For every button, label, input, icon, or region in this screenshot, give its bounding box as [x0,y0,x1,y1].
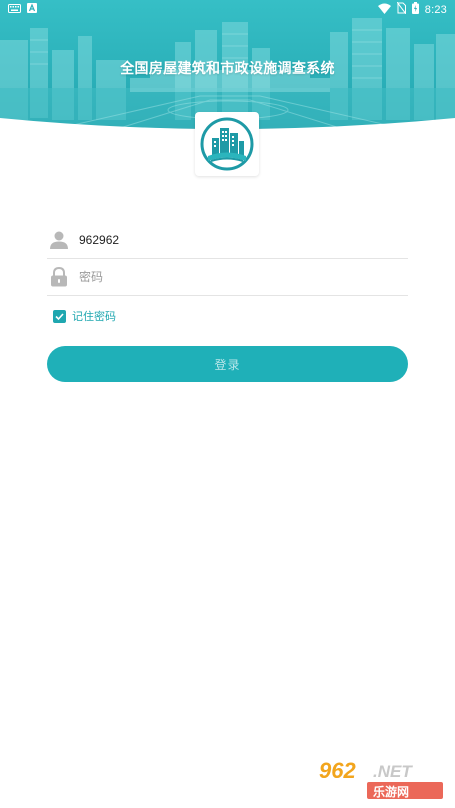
status-bar: 8:23 [0,0,455,20]
no-sim-icon [396,1,407,17]
watermark-logo: 962 .NET 乐游网 [315,756,447,802]
status-bar-left [8,3,37,16]
username-field-row [47,221,408,259]
login-button[interactable]: 登录 [47,346,408,382]
remember-password-label[interactable]: 记住密码 [72,308,116,324]
svg-text:962: 962 [319,758,356,783]
city-building-logo-icon [200,117,254,171]
remember-password-checkbox[interactable]: 记住密码 [53,308,116,324]
lock-icon [48,266,70,288]
svg-text:.NET: .NET [373,762,413,781]
checkbox-checked-icon[interactable] [53,309,66,323]
962-net-watermark-icon: 962 .NET 乐游网 [315,756,447,802]
user-icon [48,229,70,251]
app-logo [195,112,259,176]
password-input[interactable] [79,269,379,284]
wifi-icon [377,3,391,17]
page-title: 全国房屋建筑和市政设施调查系统 [120,61,335,77]
svg-text:乐游网: 乐游网 [373,784,409,799]
status-time: 8:23 [424,3,447,16]
keyboard-icon [8,3,21,16]
status-bar-right: 8:23 [377,1,447,17]
username-input[interactable] [79,232,379,247]
battery-icon [411,2,419,17]
a-badge-icon [27,3,37,16]
password-field-row [47,258,408,296]
